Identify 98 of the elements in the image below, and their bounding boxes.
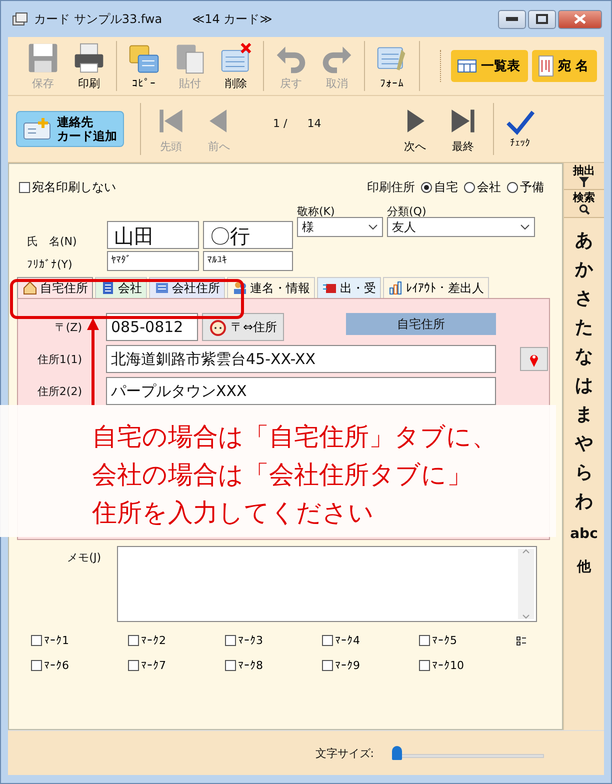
slider-thumb[interactable] <box>392 746 402 760</box>
category-label: 分類(Q) <box>387 204 428 219</box>
last-button[interactable]: 最終 <box>439 104 488 154</box>
search-icon <box>578 204 590 215</box>
annotation-text: 会社の場合は「会社住所タブに」 <box>92 459 473 491</box>
minimize-button[interactable] <box>498 10 526 28</box>
tab[interactable]: 出・受 <box>317 277 381 298</box>
furigana-label: ﾌﾘｶﾞﾅ(Y) <box>26 258 74 271</box>
print-address-radio[interactable]: 予備 <box>507 178 544 196</box>
building-icon <box>100 280 116 296</box>
mark-checkbox[interactable]: ﾏｰｸ5 <box>419 634 516 647</box>
first-name-kana-field[interactable]: ﾏﾙﾕｷ <box>203 251 293 271</box>
print-address-radio[interactable]: 会社 <box>464 178 501 196</box>
mark-checkbox[interactable]: ﾏｰｸ7 <box>128 659 225 672</box>
font-size-slider[interactable] <box>392 745 544 761</box>
cards-icon <box>12 12 28 26</box>
checkmark-icon <box>505 109 536 137</box>
honorific-label: 敬称(K) <box>297 204 336 219</box>
honorific-dropdown[interactable]: 様 <box>297 217 383 237</box>
index-tab[interactable]: ら <box>575 458 593 487</box>
index-tab[interactable]: ま <box>575 400 593 429</box>
list-icon[interactable] <box>516 636 526 646</box>
card-icon <box>154 280 170 296</box>
maximize-icon <box>536 14 548 24</box>
check-button[interactable]: ﾁｪｯｸ <box>500 109 540 149</box>
map-pin-button[interactable] <box>520 347 548 371</box>
maximize-button[interactable] <box>528 10 556 28</box>
current-page: 1 / <box>273 116 288 130</box>
list-view-button[interactable]: 一覧表 <box>451 50 528 82</box>
mark-checkbox[interactable]: ﾏｰｸ6 <box>31 659 128 672</box>
index-tab[interactable]: な <box>575 342 593 371</box>
index-tab[interactable]: た <box>575 313 593 342</box>
face-icon <box>209 318 227 336</box>
mark-checkbox[interactable]: ﾏｰｸ2 <box>128 634 225 647</box>
table-icon <box>457 59 477 73</box>
people-icon <box>232 280 248 296</box>
print-address-label: 印刷住所 <box>367 178 415 196</box>
address2-label: 住所2(2) <box>36 384 82 398</box>
chevron-down-icon <box>522 614 530 619</box>
card-count: ≪14 カード≫ <box>192 10 272 28</box>
last-name-kana-field[interactable]: ﾔﾏﾀﾞ <box>107 251 199 271</box>
mark-checkbox[interactable]: ﾏｰｸ8 <box>225 659 322 672</box>
index-tab[interactable]: や <box>575 429 593 458</box>
index-tab[interactable]: わ <box>575 487 593 516</box>
memo-field[interactable] <box>117 546 537 622</box>
memo-scrollbar[interactable] <box>518 549 534 619</box>
zip-convert-button[interactable]: 〒⇔住所 <box>202 313 284 341</box>
delete-button[interactable]: 削除 <box>215 41 257 91</box>
index-tab[interactable]: 他 <box>577 553 591 582</box>
house-icon <box>22 280 38 296</box>
chevron-down-icon <box>368 224 378 230</box>
address1-field[interactable]: 北海道釧路市紫雲台45-XX-XX <box>106 345 496 373</box>
last-name-field[interactable]: 山田 <box>107 221 199 249</box>
mark-checkbox[interactable]: ﾏｰｸ9 <box>322 659 419 672</box>
address2-field[interactable]: パープルタウンXXX <box>106 377 496 405</box>
address1-label: 住所1(1) <box>36 352 82 366</box>
annotation-text: 自宅の場合は「自宅住所」タブに、 <box>92 421 498 453</box>
form-button[interactable]: ﾌｫｰﾑ <box>371 42 413 90</box>
index-tab[interactable]: あ <box>575 226 593 255</box>
search-button[interactable]: 検索 <box>564 190 604 218</box>
printer-icon <box>72 41 106 75</box>
name-label: 氏 名(N) <box>26 234 78 249</box>
chevron-up-icon <box>522 549 530 554</box>
close-button[interactable] <box>558 10 602 28</box>
filter-icon <box>579 177 589 187</box>
mark-checkbox[interactable]: ﾏｰｸ4 <box>322 634 419 647</box>
extract-button[interactable]: 抽出 <box>564 163 604 190</box>
address-type-header: 自宅住所 <box>346 313 496 335</box>
card-plus-icon <box>23 117 53 141</box>
window-title: カード サンプル33.fwa <box>34 10 162 28</box>
print-button[interactable]: 印刷 <box>68 41 110 91</box>
tab[interactable]: ﾚｲｱｳﾄ・差出人 <box>383 277 489 298</box>
first-name-field[interactable]: 〇行 <box>203 221 293 249</box>
index-tab[interactable]: abc <box>570 520 598 549</box>
chevron-down-icon <box>520 224 530 230</box>
tab[interactable]: 連名・情報 <box>227 277 315 298</box>
page-total: 14 <box>307 116 322 130</box>
print-address-radio[interactable]: 自宅 <box>421 178 458 196</box>
address-view-button[interactable]: 宛 名 <box>532 50 597 82</box>
close-icon <box>574 14 586 24</box>
index-tab[interactable]: は <box>575 371 593 400</box>
annotation-text: 住所を入力してください <box>92 497 375 529</box>
index-tab[interactable]: か <box>575 255 593 284</box>
category-dropdown[interactable]: 友人 <box>387 217 535 237</box>
mark-checkbox[interactable]: ﾏｰｸ1 <box>31 634 128 647</box>
mark-checkbox[interactable]: ﾏｰｸ3 <box>225 634 322 647</box>
bar-chart-icon <box>388 280 404 296</box>
memo-label: メモ(J) <box>66 550 102 566</box>
font-size-label: 文字サイズ: <box>315 746 374 760</box>
no-print-checkbox[interactable]: 宛名印刷しない <box>19 178 116 196</box>
index-tab[interactable]: さ <box>575 284 593 313</box>
next-button[interactable]: 次へ <box>391 104 440 154</box>
zip-label: 〒(Z) <box>54 320 82 334</box>
copy-button[interactable]: ｺﾋﾟｰ <box>123 42 165 90</box>
document-icon <box>538 55 554 77</box>
mark-checkbox[interactable]: ﾏｰｸ10 <box>419 659 516 672</box>
add-card-button[interactable]: 連絡先 カード追加 <box>16 111 124 147</box>
minimize-icon <box>506 17 518 21</box>
